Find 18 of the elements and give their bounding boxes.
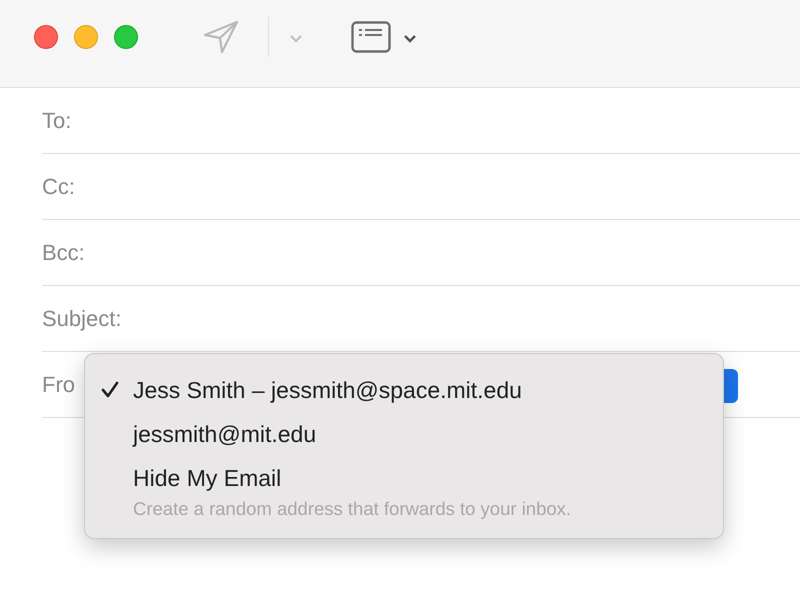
close-button[interactable] bbox=[34, 24, 58, 48]
field-label: Cc: bbox=[42, 174, 75, 200]
field-label: Bcc: bbox=[42, 240, 85, 266]
field-label: Subject: bbox=[42, 306, 122, 332]
menu-item[interactable]: jessmith@mit.edu bbox=[85, 412, 723, 456]
list-card-icon[interactable] bbox=[351, 20, 391, 52]
menu-item[interactable]: Jess Smith – jessmith@space.mit.edu bbox=[85, 368, 723, 412]
send-icon[interactable] bbox=[202, 18, 240, 54]
menu-item-label: Hide My Email bbox=[133, 464, 282, 493]
zoom-button[interactable] bbox=[114, 24, 138, 48]
field-label: To: bbox=[42, 108, 72, 134]
menu-item-description: Create a random address that forwards to your inbox. bbox=[133, 498, 572, 520]
minimize-button[interactable] bbox=[74, 24, 98, 48]
field-label: Fro bbox=[42, 372, 75, 398]
menu-item-label: Jess Smith – jessmith@space.mit.edu bbox=[133, 376, 522, 405]
menu-item[interactable]: Hide My Email Create a random address that forwards to your inbox. bbox=[85, 456, 723, 522]
menu-item-label: jessmith@mit.edu bbox=[133, 420, 316, 449]
chevron-down-icon[interactable] bbox=[403, 34, 417, 43]
